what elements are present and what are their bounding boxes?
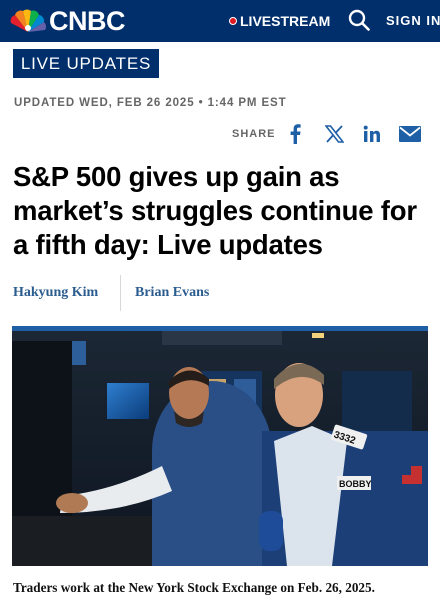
traders-photo: 3332 BOBBY	[12, 331, 428, 566]
name-tag-text: BOBBY	[339, 479, 372, 489]
article-headline: S&P 500 gives up gain as market’s strugg…	[13, 161, 417, 260]
facebook-icon[interactable]	[288, 123, 302, 145]
sign-in-link[interactable]: SIGN IN	[386, 13, 440, 28]
linkedin-icon[interactable]	[361, 123, 383, 145]
livestream-link[interactable]: LIVESTREAM	[229, 11, 330, 31]
brand-wordmark: CNBC	[49, 6, 126, 36]
cnbc-logo[interactable]: CNBC	[9, 6, 126, 36]
byline-divider	[120, 275, 121, 311]
photo-caption: Traders work at the New York Stock Excha…	[13, 580, 375, 595]
x-icon[interactable]	[323, 123, 345, 145]
live-dot-icon	[229, 17, 237, 25]
email-icon[interactable]	[398, 123, 422, 145]
author-link[interactable]: Brian Evans	[135, 285, 209, 301]
live-updates-badge: LIVE UPDATES	[13, 49, 159, 78]
updated-timestamp: UPDATED WED, FEB 26 2025 • 1:44 PM EST	[14, 97, 287, 109]
share-label: SHARE	[232, 128, 276, 140]
livestream-label: LIVESTREAM	[240, 13, 331, 29]
peacock-logo-icon	[10, 9, 47, 32]
search-icon[interactable]	[348, 9, 370, 31]
author-link[interactable]: Hakyung Kim	[13, 285, 98, 301]
site-header: CNBC LIVESTREAM SIGN IN	[0, 0, 440, 42]
hero-photo: 3332 BOBBY	[12, 326, 428, 566]
